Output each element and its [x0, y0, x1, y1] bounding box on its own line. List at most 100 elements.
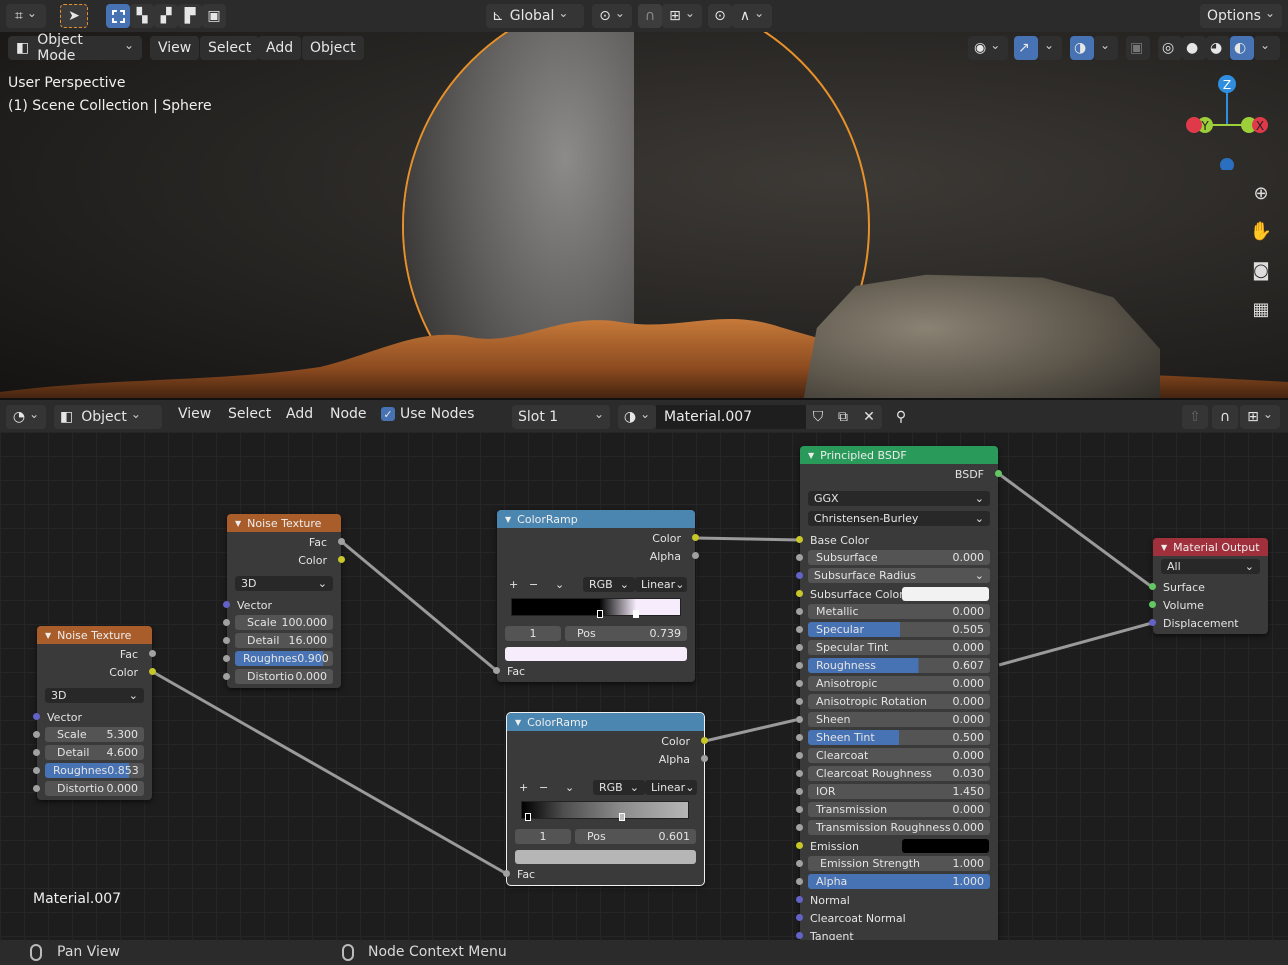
- proportional-edit-toggle[interactable]: ⊙: [708, 4, 732, 28]
- socket-subsurface-in[interactable]: [796, 554, 803, 561]
- material-shading[interactable]: ◕: [1206, 36, 1230, 60]
- camera-view-button[interactable]: ◙: [1246, 255, 1276, 285]
- stop-color-swatch[interactable]: [515, 850, 696, 864]
- node-snap-dropdown[interactable]: ⊞: [1240, 405, 1280, 429]
- socket-surface-in[interactable]: [1149, 583, 1156, 590]
- ramp-stop-0[interactable]: [597, 610, 603, 618]
- transform-orientation-dropdown[interactable]: ⊾ Global: [486, 4, 584, 28]
- gizmo-dropdown[interactable]: [1038, 36, 1062, 60]
- socket-volume-in[interactable]: [1149, 601, 1156, 608]
- roughness-field[interactable]: Roughnes 0.900: [235, 651, 333, 666]
- socket-bsdf-field-in[interactable]: [796, 644, 803, 651]
- node-header[interactable]: ▼ Principled BSDF: [800, 446, 998, 464]
- socket-alpha-out[interactable]: [701, 755, 708, 762]
- ramp-stop-1[interactable]: [619, 813, 625, 821]
- snap-toggle[interactable]: ∩: [638, 4, 662, 28]
- subsurface-radius-dropdown[interactable]: Subsurface Radius ⌄: [808, 568, 990, 583]
- material-browse-button[interactable]: ◑: [618, 405, 656, 429]
- falloff-dropdown[interactable]: ∧: [732, 4, 772, 28]
- material-name-field[interactable]: Material.007: [656, 405, 806, 429]
- material-output-node[interactable]: ▼ Material Output All ⌄ Surface Volume Dis…: [1149, 538, 1268, 634]
- socket-normal-in[interactable]: [796, 896, 803, 903]
- colorramp-node-1[interactable]: ▼ ColorRamp Color Alpha + − ⌄ RGB ⌄ Linear…: [493, 510, 699, 682]
- ramp-menu-button[interactable]: ⌄: [555, 576, 564, 592]
- socket-subsurface-radius-in[interactable]: [796, 572, 803, 579]
- select-intersect-mode[interactable]: ▣: [202, 4, 226, 28]
- editor-type-button[interactable]: ⌗: [6, 4, 46, 28]
- ortho-toggle-button[interactable]: ▦: [1246, 294, 1276, 324]
- scale-field[interactable]: Scale 5.300: [45, 727, 144, 742]
- overlays-dropdown[interactable]: [1094, 36, 1118, 60]
- socket-fac-out[interactable]: [338, 538, 345, 545]
- socket-bsdf-field-in[interactable]: [796, 608, 803, 615]
- socket-bsdf-field-in[interactable]: [796, 824, 803, 831]
- socket-alpha-in[interactable]: [796, 878, 803, 885]
- select-menu[interactable]: Select: [200, 36, 260, 60]
- node-header[interactable]: ▼ Noise Texture: [227, 514, 341, 532]
- bsdf-field-clearcoat-roughness[interactable]: Clearcoat Roughness 0.030: [808, 766, 990, 781]
- collapse-icon[interactable]: ▼: [808, 451, 814, 460]
- ramp-menu-button[interactable]: ⌄: [565, 779, 574, 795]
- gizmo-toggle[interactable]: ↗: [1014, 36, 1038, 60]
- interpolation-dropdown[interactable]: Linear ⌄: [635, 577, 687, 592]
- node-editor-type-button[interactable]: ◔: [6, 405, 46, 429]
- bsdf-field-clearcoat[interactable]: Clearcoat 0.000: [808, 748, 990, 763]
- alpha-field[interactable]: Alpha 1.000: [808, 874, 990, 889]
- bsdf-field-metallic[interactable]: Metallic 0.000: [808, 604, 990, 619]
- dimension-dropdown[interactable]: 3D ⌄: [235, 576, 333, 591]
- socket-subsurface-color-in[interactable]: [796, 590, 803, 597]
- collapse-icon[interactable]: ▼: [235, 519, 241, 528]
- slot-dropdown[interactable]: Slot 1: [512, 405, 610, 429]
- node-snap-toggle[interactable]: ∩: [1212, 405, 1238, 429]
- socket-tangent-in[interactable]: [796, 932, 803, 939]
- add-menu[interactable]: Add: [258, 36, 302, 60]
- bsdf-field-ior[interactable]: IOR 1.450: [808, 784, 990, 799]
- ramp-stop-1[interactable]: [633, 610, 639, 618]
- socket-color-out[interactable]: [338, 556, 345, 563]
- duplicate-material-button[interactable]: ⧉: [830, 405, 856, 429]
- solid-shading[interactable]: ●: [1182, 36, 1206, 60]
- socket-bsdf-field-in[interactable]: [796, 626, 803, 633]
- collapse-icon[interactable]: ▼: [45, 631, 51, 640]
- color-mode-dropdown[interactable]: RGB ⌄: [583, 577, 635, 592]
- remove-stop-button[interactable]: −: [539, 779, 548, 795]
- node-header[interactable]: ▼ ColorRamp: [507, 713, 704, 731]
- color-ramp-bar[interactable]: [511, 598, 681, 616]
- socket-fac-in[interactable]: [503, 870, 510, 877]
- bsdf-field-anisotropic[interactable]: Anisotropic 0.000: [808, 676, 990, 691]
- scale-field[interactable]: Scale 100.000: [235, 615, 333, 630]
- pan-button[interactable]: ✋: [1246, 216, 1276, 246]
- color-mode-dropdown[interactable]: RGB ⌄: [593, 780, 645, 795]
- bsdf-field-transmission[interactable]: Transmission 0.000: [808, 802, 990, 817]
- socket-alpha-out[interactable]: [692, 552, 699, 559]
- noise-texture-node-2[interactable]: ▼ Noise Texture Fac Color 3D ⌄ Vector Scal…: [223, 514, 345, 688]
- socket-bsdf-field-in[interactable]: [796, 752, 803, 759]
- distortion-field[interactable]: Distortio 0.000: [235, 669, 333, 684]
- 3d-viewport[interactable]: ◧Object Mode View Select Add Object User…: [0, 32, 1288, 398]
- bsdf-field-transmission-roughness[interactable]: Transmission Roughness 0.000: [808, 820, 990, 835]
- node-header[interactable]: ▼ ColorRamp: [497, 510, 695, 528]
- remove-stop-button[interactable]: −: [529, 576, 538, 592]
- object-mode-dropdown[interactable]: ◧ Object Mode: [8, 32, 142, 64]
- select-new-mode[interactable]: [106, 4, 130, 28]
- use-nodes-checkbox[interactable]: ✓ Use Nodes: [381, 406, 474, 422]
- node-canvas[interactable]: ▼ Noise Texture Fac Color 3D ⌄ Vector Scal…: [0, 432, 1288, 940]
- socket-detail-in[interactable]: [223, 637, 230, 644]
- collapse-icon[interactable]: ▼: [505, 515, 511, 524]
- collapse-icon[interactable]: ▼: [515, 718, 521, 727]
- stop-position-field[interactable]: Pos 0.601: [575, 829, 696, 844]
- stop-index-field[interactable]: 1: [505, 626, 561, 641]
- socket-emission-in[interactable]: [796, 842, 803, 849]
- socket-color-out[interactable]: [701, 737, 708, 744]
- principled-bsdf-node[interactable]: ▼ Principled BSDF BSDF GGX ⌄ Christensen-B…: [796, 446, 1002, 940]
- node-header[interactable]: ▼ Material Output: [1153, 538, 1268, 556]
- overlays-toggle[interactable]: ◑: [1070, 36, 1094, 60]
- detail-field[interactable]: Detail 16.000: [235, 633, 333, 648]
- socket-bsdf-field-in[interactable]: [796, 680, 803, 687]
- socket-vector-in[interactable]: [33, 713, 40, 720]
- distortion-field[interactable]: Distortio 0.000: [45, 781, 144, 796]
- color-ramp-bar[interactable]: [521, 801, 689, 819]
- add-stop-button[interactable]: +: [519, 779, 528, 795]
- subsurface-method-dropdown[interactable]: Christensen-Burley ⌄: [808, 511, 990, 526]
- subsurface-color-swatch[interactable]: [902, 587, 989, 601]
